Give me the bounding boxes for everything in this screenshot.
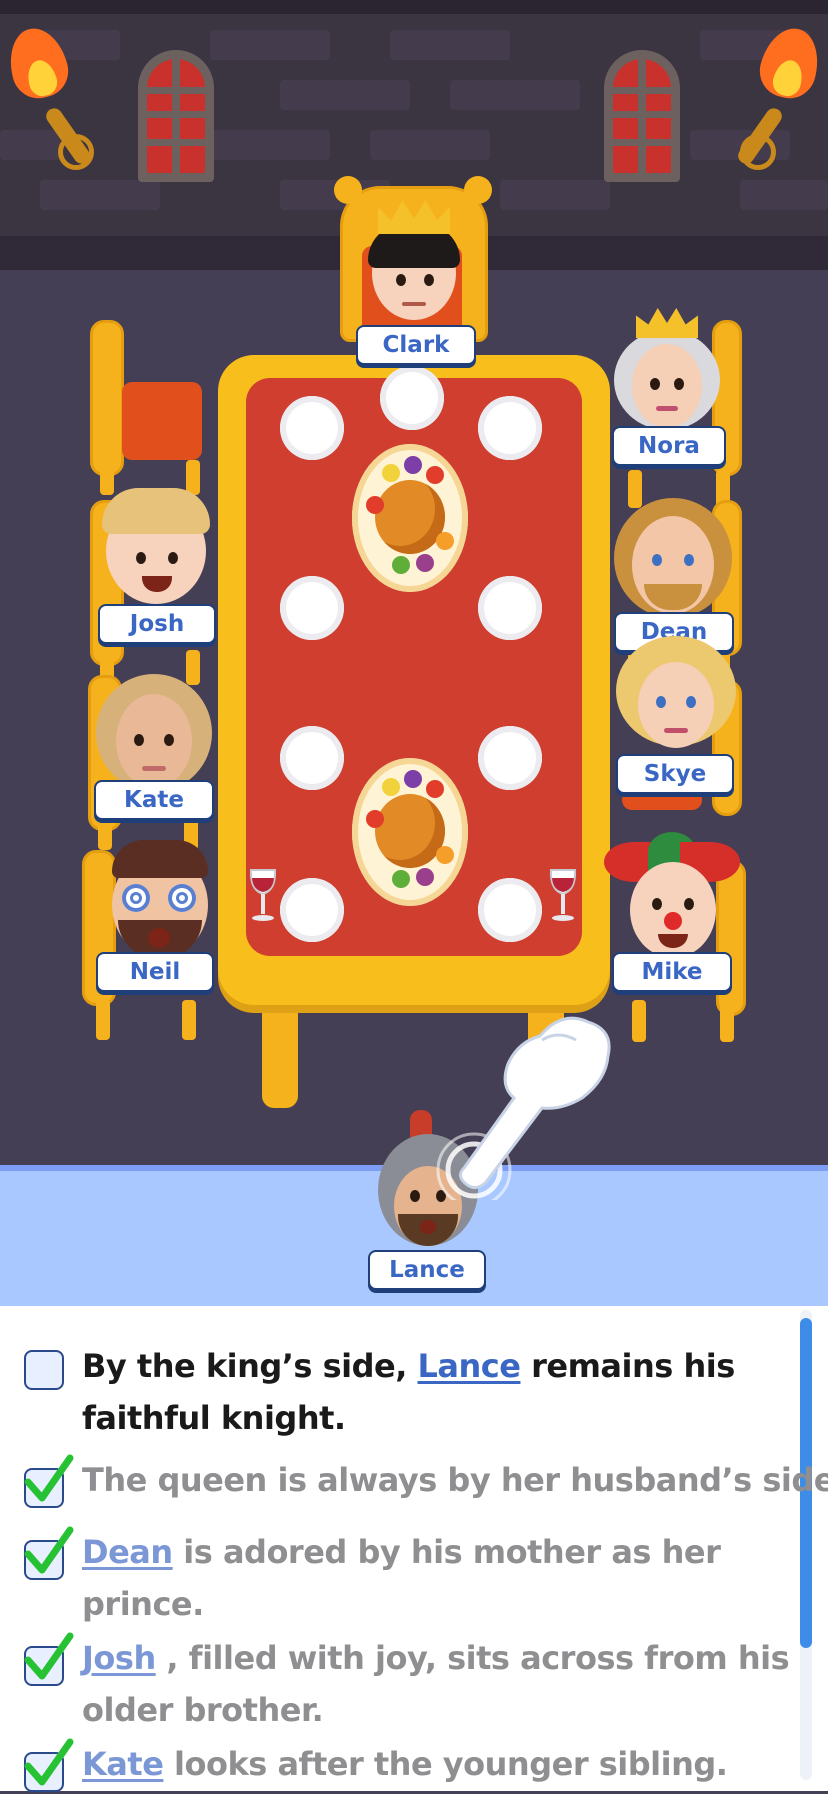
plate-icon[interactable] <box>280 576 344 640</box>
avatar-nora[interactable] <box>612 308 722 433</box>
avatar-neil[interactable] <box>108 840 212 960</box>
clue-name-link[interactable]: Lance <box>418 1347 521 1385</box>
avatar-skye[interactable] <box>616 636 736 756</box>
plate-icon[interactable] <box>280 726 344 790</box>
checkmark-icon <box>24 1738 74 1786</box>
wine-glass-icon <box>249 869 277 921</box>
name-tag-nora: Nora <box>612 426 726 466</box>
checkmark-icon <box>24 1526 74 1574</box>
clues-panel: By the king’s side, Lance remains his fa… <box>0 1306 828 1794</box>
name-tag-clark: Clark <box>356 325 476 365</box>
clue-item[interactable]: Dean is adored by his mother as her prin… <box>24 1526 804 1634</box>
name-tag-lance: Lance <box>368 1250 486 1290</box>
avatar-mike[interactable] <box>604 832 740 962</box>
clue-text: Josh , filled with joy, sits across from… <box>82 1639 790 1729</box>
plate-icon[interactable] <box>380 366 444 430</box>
clue-name-link[interactable]: Kate <box>82 1745 164 1783</box>
empty-chair[interactable] <box>90 320 215 495</box>
clue-item[interactable]: The queen is always by her husband’s sid… <box>24 1454 828 1510</box>
checkmark-icon <box>24 1632 74 1680</box>
torch-icon <box>1 21 106 184</box>
turkey-platter-icon <box>352 758 468 906</box>
clue-item[interactable]: Kate looks after the younger sibling. <box>24 1738 804 1794</box>
clue-checkbox[interactable] <box>24 1350 64 1390</box>
avatar-dean[interactable] <box>614 498 732 620</box>
plate-icon[interactable] <box>478 726 542 790</box>
pointing-hand-icon <box>436 1016 611 1200</box>
plate-icon[interactable] <box>478 396 542 460</box>
window-icon <box>138 50 214 182</box>
avatar-josh[interactable] <box>102 488 212 608</box>
plate-icon[interactable] <box>478 878 542 942</box>
name-tag-neil: Neil <box>96 952 214 992</box>
checkmark-icon <box>24 1454 74 1502</box>
name-tag-skye: Skye <box>616 754 734 794</box>
clue-text: By the king’s side, Lance remains his fa… <box>82 1347 735 1437</box>
clue-text: The queen is always by her husband’s sid… <box>82 1461 828 1499</box>
avatar-clark[interactable] <box>364 198 464 328</box>
wine-glass-icon <box>549 869 577 921</box>
clue-item[interactable]: Josh , filled with joy, sits across from… <box>24 1632 804 1740</box>
name-tag-kate: Kate <box>94 780 214 820</box>
plate-icon[interactable] <box>478 576 542 640</box>
name-tag-mike: Mike <box>612 952 732 992</box>
plate-icon[interactable] <box>280 396 344 460</box>
clue-item[interactable]: By the king’s side, Lance remains his fa… <box>24 1340 804 1450</box>
torch-icon <box>722 21 827 184</box>
window-icon <box>604 50 680 182</box>
clue-name-link[interactable]: Josh <box>82 1639 156 1677</box>
turkey-platter-icon <box>352 444 468 592</box>
name-tag-josh: Josh <box>98 604 216 644</box>
clue-name-link[interactable]: Dean <box>82 1533 173 1571</box>
plate-icon[interactable] <box>280 878 344 942</box>
clue-text: Dean is adored by his mother as her prin… <box>82 1533 721 1623</box>
avatar-kate[interactable] <box>96 674 212 792</box>
table-leg <box>262 990 298 1108</box>
clue-text: Kate looks after the younger sibling. <box>82 1745 728 1783</box>
